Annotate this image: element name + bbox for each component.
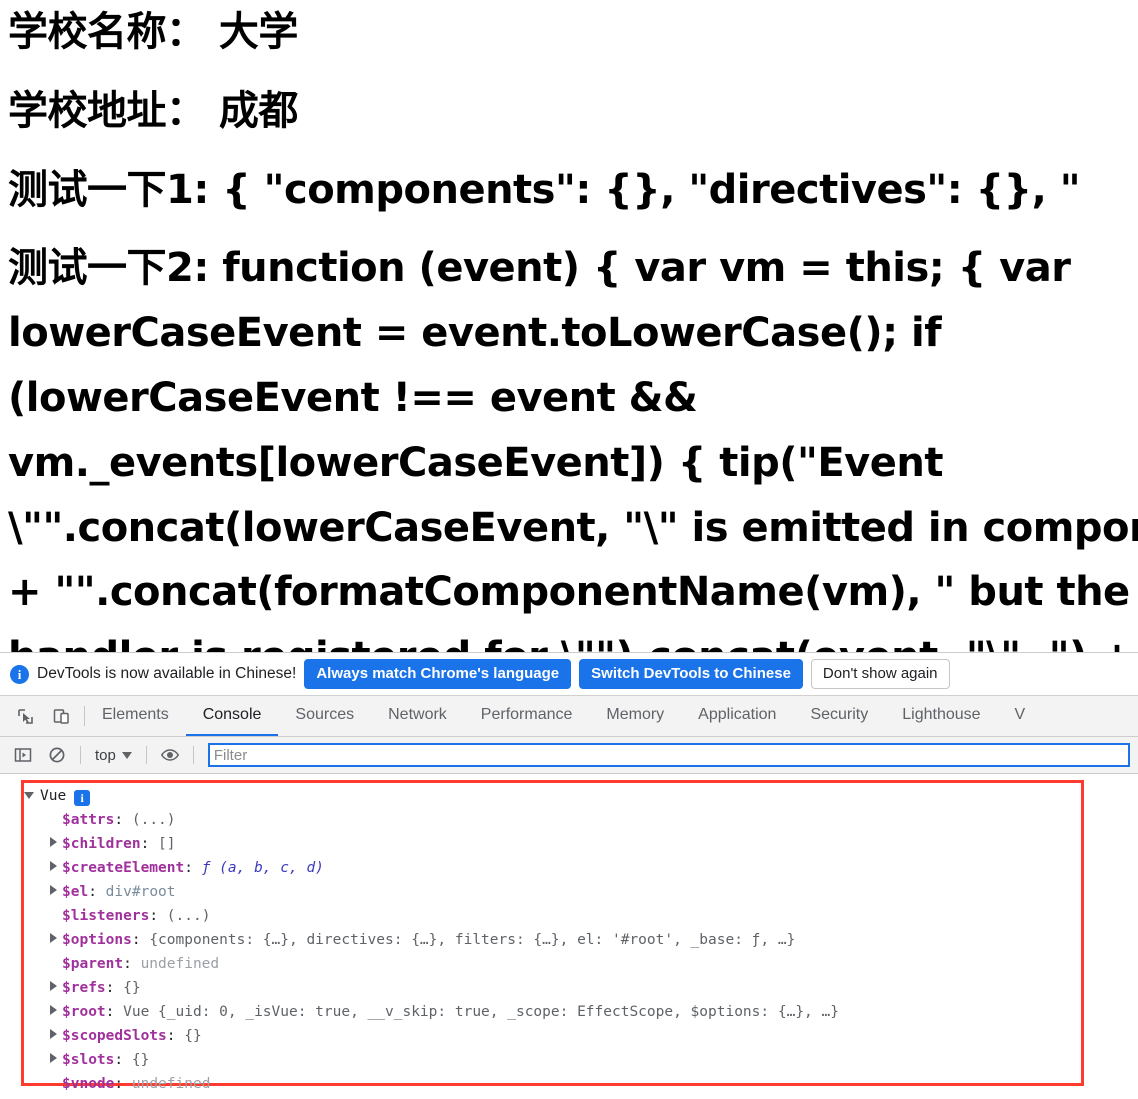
always-match-chrome-language-button[interactable]: Always match Chrome's language (304, 658, 572, 690)
execution-context-selector[interactable]: top (91, 747, 136, 764)
console-filter-wrapper (207, 743, 1130, 767)
chevron-down-icon[interactable] (24, 783, 36, 807)
chevron-right-icon[interactable] (50, 831, 62, 855)
chevron-right-icon[interactable] (50, 975, 62, 999)
console-property-row[interactable]: $root: Vue {_uid: 0, _isVue: true, __v_s… (24, 1000, 1138, 1024)
devtools-panel: i DevTools is now available in Chinese! … (0, 652, 1138, 1099)
page-line-test-2: 测试一下2: function (event) { var vm = this;… (8, 245, 1138, 652)
inspect-element-icon[interactable] (12, 703, 38, 729)
console-output: Vue i $attrs: (...) $children: [] $creat… (0, 774, 1138, 1096)
console-log-entry-vue-object: Vue i $attrs: (...) $children: [] $creat… (24, 784, 1138, 1096)
chevron-right-icon[interactable] (50, 879, 62, 903)
chevron-down-icon (121, 751, 132, 759)
browser-window: 学校名称： 大学 学校地址： 成都 测试一下1: { "components":… (0, 0, 1138, 1099)
console-toolbar-separator-1 (80, 746, 81, 764)
property-name: $refs (62, 980, 106, 996)
page-line-test-1: 测试一下1: { "components": {}, "directives":… (8, 166, 1081, 213)
info-badge-icon: i (74, 790, 91, 806)
tab-network[interactable]: Network (371, 696, 464, 736)
chevron-right-icon[interactable] (50, 1023, 62, 1047)
property-name: $parent (62, 956, 124, 972)
infobar-message: DevTools is now available in Chinese! (37, 665, 297, 682)
tab-vue[interactable]: V (998, 696, 1043, 736)
console-filter-input[interactable] (207, 743, 1130, 767)
console-property-row[interactable]: $vnode: undefined (24, 1072, 1138, 1096)
console-object-title: Vue (40, 788, 67, 804)
dont-show-again-button[interactable]: Don't show again (810, 658, 950, 690)
tab-lighthouse[interactable]: Lighthouse (885, 696, 997, 736)
console-property-row[interactable]: $listeners: (...) (24, 904, 1138, 928)
device-toolbar-icon[interactable] (48, 703, 74, 729)
execution-context-label: top (95, 746, 116, 764)
devtools-language-infobar: i DevTools is now available in Chinese! … (0, 653, 1138, 696)
property-name: $vnode (62, 1076, 115, 1092)
property-name: $el (62, 884, 89, 900)
console-property-row[interactable]: $children: [] (24, 832, 1138, 856)
chevron-right-icon[interactable] (50, 999, 62, 1023)
property-value: {} (123, 980, 141, 996)
page-line-school-name: 学校名称： 大学 (8, 9, 298, 55)
property-value: [] (158, 836, 176, 852)
property-value: Vue {_uid: 0, _isVue: true, __v_skip: tr… (123, 1004, 839, 1020)
page-line-school-address: 学校地址： 成都 (8, 87, 298, 134)
property-name: $slots (62, 1052, 115, 1068)
tab-sources[interactable]: Sources (278, 696, 371, 736)
console-property-row[interactable]: $attrs: (...) (24, 808, 1138, 832)
console-toolbar-separator-2 (145, 746, 147, 764)
console-property-row[interactable]: $refs: {} (24, 976, 1138, 1000)
property-value: undefined (140, 956, 220, 972)
tab-performance[interactable]: Performance (464, 696, 590, 736)
console-property-row[interactable]: $el: div#root (24, 880, 1138, 904)
property-name: $createElement (62, 860, 185, 876)
console-property-row[interactable]: $scopedSlots: {} (24, 1024, 1138, 1048)
tab-console[interactable]: Console (185, 696, 279, 736)
chevron-right-icon[interactable] (50, 855, 62, 879)
devtools-tool-icons (0, 696, 84, 736)
info-icon: i (10, 664, 29, 684)
console-property-row[interactable]: $slots: {} (24, 1048, 1138, 1072)
property-value[interactable]: div#root (106, 880, 176, 904)
tab-memory[interactable]: Memory (589, 696, 681, 736)
devtools-tabs: Elements Console Sources Network Perform… (85, 696, 1138, 736)
console-property-row[interactable]: $options: {components: {…}, directives: … (24, 928, 1138, 952)
clear-console-icon[interactable] (44, 742, 70, 768)
console-toolbar-separator-3 (192, 746, 194, 764)
console-object-header[interactable]: Vue i (24, 784, 1138, 808)
property-name: $scopedSlots (62, 1028, 167, 1044)
chevron-right-icon[interactable] (50, 1047, 62, 1071)
tab-application[interactable]: Application (681, 696, 793, 736)
console-sidebar-icon[interactable] (10, 742, 36, 768)
tab-elements[interactable]: Elements (85, 696, 186, 736)
live-expression-icon[interactable] (157, 742, 183, 768)
devtools-tabstrip: Elements Console Sources Network Perform… (0, 696, 1138, 737)
property-value: undefined (131, 1076, 211, 1092)
console-property-row[interactable]: $parent: undefined (24, 952, 1138, 976)
property-name: $children (62, 836, 141, 852)
property-value: ƒ (a, b, c, d) (201, 860, 324, 876)
property-name: $attrs (62, 812, 115, 828)
console-toolbar: top (0, 737, 1138, 774)
property-name: $root (62, 1004, 106, 1020)
switch-devtools-to-chinese-button[interactable]: Switch DevTools to Chinese (579, 658, 803, 690)
property-value: {} (184, 1028, 202, 1044)
chevron-right-icon[interactable] (50, 927, 62, 951)
property-name: $listeners (62, 908, 150, 924)
property-value: {components: {…}, directives: {…}, filte… (149, 932, 796, 948)
property-value: (...) (166, 908, 211, 924)
tab-security[interactable]: Security (793, 696, 885, 736)
property-name: $options (62, 932, 132, 948)
property-value: (...) (131, 812, 176, 828)
property-value: {} (131, 1052, 150, 1068)
console-property-row[interactable]: $createElement: ƒ (a, b, c, d) (24, 856, 1138, 880)
page-content: 学校名称： 大学 学校地址： 成都 测试一下1: { "components":… (0, 0, 1138, 652)
